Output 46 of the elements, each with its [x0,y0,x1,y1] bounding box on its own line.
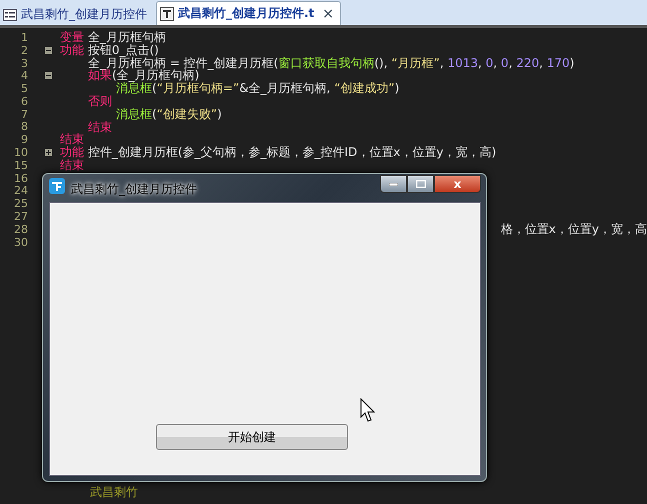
editor-tab[interactable]: 武昌剩竹_创建月历控件.t × [156,1,342,25]
start-create-button[interactable]: 开始创建 [156,424,348,450]
form-icon [3,8,17,20]
close-button[interactable]: x [434,175,481,193]
code-line: 格，位置x，位置y，宽，高 [500,222,647,236]
code-line: 否则 [88,94,112,108]
window-title: 武昌剩竹_创建月历控件 [71,181,197,198]
text-file-icon [160,6,174,20]
code-line: 如果(全_月历框句柄) [88,69,200,82]
collapse-icon[interactable] [44,46,52,54]
code-line: 消息框(“月历框句柄=”&全_月历框句柄, “创建成功”) [116,82,400,95]
collapse-icon[interactable] [44,72,52,80]
minimize-button[interactable] [380,175,407,193]
code-line: 结束 [60,133,84,146]
code-line: 功能 控件_创建月历框(参_父句柄，参_标题，参_控件ID，位置x，位置y，宽，高) [60,146,496,159]
line-number: 16 [13,172,28,185]
line-number: 30 [13,236,28,249]
line-number: 4 [20,69,28,82]
line-number: 7 [20,108,28,121]
line-number: 5 [20,82,28,96]
line-number: 3 [20,56,28,70]
maximize-button[interactable] [407,175,434,193]
line-number: 15 [13,158,28,172]
expand-icon[interactable] [44,149,52,156]
code-text: 武昌剩竹 [90,484,138,501]
line-number: 25 [13,197,28,210]
app-icon [49,178,65,194]
maximize-icon [416,180,426,188]
code-line: 消息框(“创建失败”) [116,108,222,121]
line-number: 28 [13,222,28,236]
minimize-icon [389,182,398,186]
line-number: 27 [13,210,28,224]
line-number: 6 [20,94,28,108]
code-line: 结束 [60,158,84,172]
code-line: 全_月历框句柄 = 控件_创建月历框(窗口获取自我句柄(), “月历框”, 1013, 0, 0, 220, 170) [88,56,574,70]
mouse-cursor-icon [360,398,376,423]
code-line: 变量 全_月历框句柄 [60,31,166,44]
line-number: 10 [13,146,28,160]
line-number: 9 [20,133,28,146]
line-number: 24 [13,184,28,198]
editor-tab[interactable]: 武昌剩竹_创建月历控件 [0,4,153,25]
code-line: 结束 [88,120,112,134]
line-number: 8 [20,120,28,134]
close-tab-button[interactable]: × [322,6,334,22]
line-number: 1 [20,30,28,44]
line-number: 2 [20,44,28,57]
